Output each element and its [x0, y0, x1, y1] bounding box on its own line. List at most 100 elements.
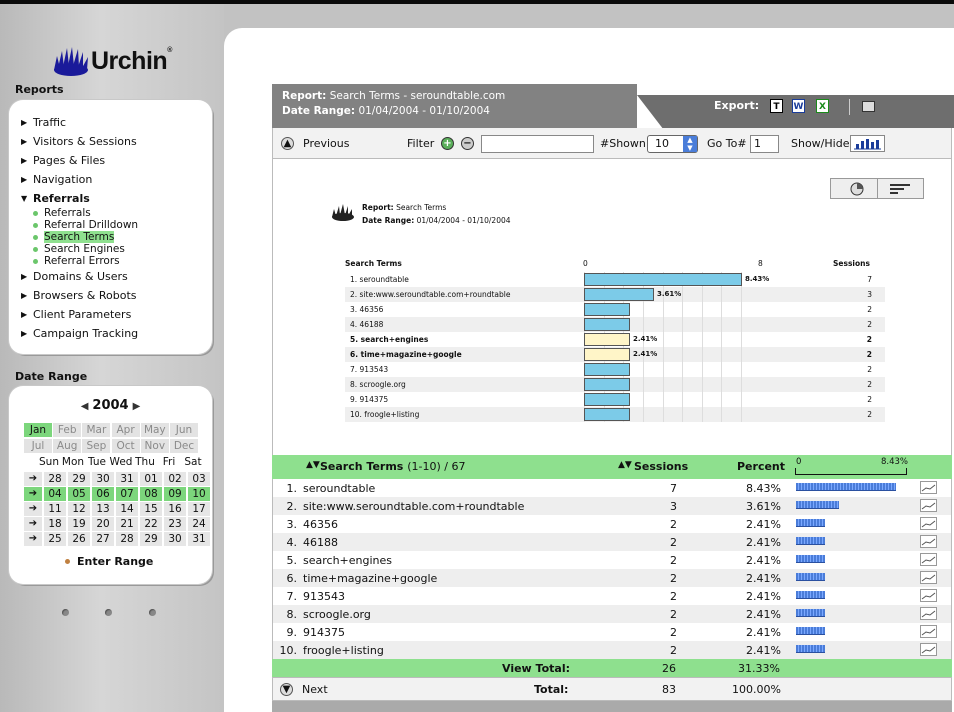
calendar-day[interactable]: 03	[188, 472, 210, 486]
table-row[interactable]: 3. 46356 2 2.41%	[272, 515, 952, 533]
filter-exclude-icon[interactable]: −	[461, 137, 474, 150]
calendar-day[interactable]: 30	[164, 532, 186, 546]
print-icon[interactable]	[862, 101, 875, 112]
table-row[interactable]: 2. site:www.seroundtable.com+roundtable 3 3…	[272, 497, 952, 515]
previous-icon[interactable]: ▲	[281, 137, 294, 150]
calendar-day[interactable]: 15	[140, 502, 162, 516]
month-feb[interactable]: Feb	[53, 423, 82, 437]
calendar-day[interactable]: 11	[44, 502, 66, 516]
calendar-day[interactable]: 25	[44, 532, 66, 546]
search-term[interactable]: 46356	[303, 518, 338, 531]
col-sessions[interactable]: Sessions	[634, 460, 688, 473]
sidebar-item-navigation[interactable]: ▶ Navigation	[21, 173, 92, 186]
word-export-icon[interactable]: W	[792, 99, 805, 113]
calendar-day[interactable]: 30	[92, 472, 114, 486]
month-nov[interactable]: Nov	[140, 439, 169, 453]
subitem-search-terms[interactable]: Search Terms	[33, 231, 115, 243]
calendar-day[interactable]: 14	[116, 502, 138, 516]
calendar-day[interactable]: 17	[188, 502, 210, 516]
month-apr[interactable]: Apr	[111, 423, 140, 437]
sidebar-item-browsers-robots[interactable]: ▶ Browsers & Robots	[21, 289, 137, 302]
table-row[interactable]: 1. seroundtable 7 8.43%	[272, 479, 952, 497]
col-search-terms[interactable]: Search Terms (1-10) / 67	[320, 460, 465, 473]
table-row[interactable]: 4. 46188 2 2.41%	[272, 533, 952, 551]
excel-export-icon[interactable]: X	[816, 99, 829, 113]
calendar-day[interactable]: 28	[44, 472, 66, 486]
bar-view-button[interactable]	[878, 179, 924, 198]
calendar-day[interactable]: 31	[188, 532, 210, 546]
sidebar-item-pages-files[interactable]: ▶ Pages & Files	[21, 154, 105, 167]
week-select-arrow-icon[interactable]: ➔	[24, 472, 42, 486]
search-term[interactable]: 913543	[303, 590, 345, 603]
trend-graph-icon[interactable]	[920, 481, 937, 494]
next-link[interactable]: Next	[302, 683, 328, 696]
sidebar-item-domains-users[interactable]: ▶ Domains & Users	[21, 270, 128, 283]
month-jan[interactable]: Jan	[24, 423, 52, 437]
search-term[interactable]: scroogle.org	[303, 608, 371, 621]
goto-input[interactable]: 1	[750, 135, 779, 153]
month-may[interactable]: May	[140, 423, 169, 437]
search-term[interactable]: 46188	[303, 536, 338, 549]
week-select-arrow-icon[interactable]: ➔	[24, 487, 42, 501]
calendar-day[interactable]: 08	[140, 487, 162, 501]
calendar-day[interactable]: 23	[164, 517, 186, 531]
table-row[interactable]: 10. froogle+listing 2 2.41%	[272, 641, 952, 659]
calendar-day[interactable]: 31	[116, 472, 138, 486]
search-term[interactable]: time+magazine+google	[303, 572, 437, 585]
filter-input[interactable]	[481, 135, 594, 153]
table-row[interactable]: 7. 913543 2 2.41%	[272, 587, 952, 605]
table-row[interactable]: 6. time+magazine+google 2 2.41%	[272, 569, 952, 587]
search-term[interactable]: seroundtable	[303, 482, 375, 495]
trend-graph-icon[interactable]	[920, 499, 937, 512]
sidebar-item-referrals[interactable]: ▼ Referrals	[21, 192, 90, 205]
search-term[interactable]: froogle+listing	[303, 644, 384, 657]
week-select-arrow-icon[interactable]: ➔	[24, 517, 42, 531]
showhide-chart-button[interactable]	[850, 135, 885, 152]
trend-graph-icon[interactable]	[920, 607, 937, 620]
trend-graph-icon[interactable]	[920, 589, 937, 602]
subitem-referrals[interactable]: Referrals	[33, 207, 91, 219]
calendar-day[interactable]: 01	[140, 472, 162, 486]
search-term[interactable]: 914375	[303, 626, 345, 639]
month-dec[interactable]: Dec	[170, 439, 198, 453]
subitem-referral-errors[interactable]: Referral Errors	[33, 255, 120, 267]
filter-include-icon[interactable]: +	[441, 137, 454, 150]
sidebar-item-campaign-tracking[interactable]: ▶ Campaign Tracking	[21, 327, 138, 340]
month-sep[interactable]: Sep	[82, 439, 111, 453]
trend-graph-icon[interactable]	[920, 643, 937, 656]
table-row[interactable]: 5. search+engines 2 2.41%	[272, 551, 952, 569]
table-row[interactable]: 9. 914375 2 2.41%	[272, 623, 952, 641]
trend-graph-icon[interactable]	[920, 625, 937, 638]
sidebar-item-traffic[interactable]: ▶ Traffic	[21, 116, 66, 129]
calendar-day[interactable]: 19	[68, 517, 90, 531]
subitem-referral-drilldown[interactable]: Referral Drilldown	[33, 219, 138, 231]
pie-view-button[interactable]	[831, 179, 878, 198]
calendar-day[interactable]: 13	[92, 502, 114, 516]
text-export-icon[interactable]: T	[770, 99, 783, 113]
next-year-icon[interactable]: ▶	[133, 401, 141, 412]
calendar-day[interactable]: 28	[116, 532, 138, 546]
calendar-day[interactable]: 26	[68, 532, 90, 546]
enter-range-button[interactable]: Enter Range	[65, 555, 153, 568]
trend-graph-icon[interactable]	[920, 535, 937, 548]
calendar-day[interactable]: 27	[92, 532, 114, 546]
week-select-arrow-icon[interactable]: ➔	[24, 502, 42, 516]
calendar-day[interactable]: 12	[68, 502, 90, 516]
calendar-day[interactable]: 22	[140, 517, 162, 531]
calendar-day[interactable]: 06	[92, 487, 114, 501]
month-jun[interactable]: Jun	[170, 423, 198, 437]
month-mar[interactable]: Mar	[82, 423, 111, 437]
calendar-day[interactable]: 21	[116, 517, 138, 531]
previous-link[interactable]: Previous	[303, 137, 350, 150]
calendar-day[interactable]: 24	[188, 517, 210, 531]
calendar-day[interactable]: 02	[164, 472, 186, 486]
calendar-day[interactable]: 04	[44, 487, 66, 501]
calendar-day[interactable]: 09	[164, 487, 186, 501]
subitem-search-engines[interactable]: Search Engines	[33, 243, 125, 255]
trend-graph-icon[interactable]	[920, 517, 937, 530]
month-aug[interactable]: Aug	[53, 439, 82, 453]
trend-graph-icon[interactable]	[920, 571, 937, 584]
prev-year-icon[interactable]: ◀	[81, 401, 89, 412]
table-row[interactable]: 8. scroogle.org 2 2.41%	[272, 605, 952, 623]
week-select-arrow-icon[interactable]: ➔	[24, 532, 42, 546]
